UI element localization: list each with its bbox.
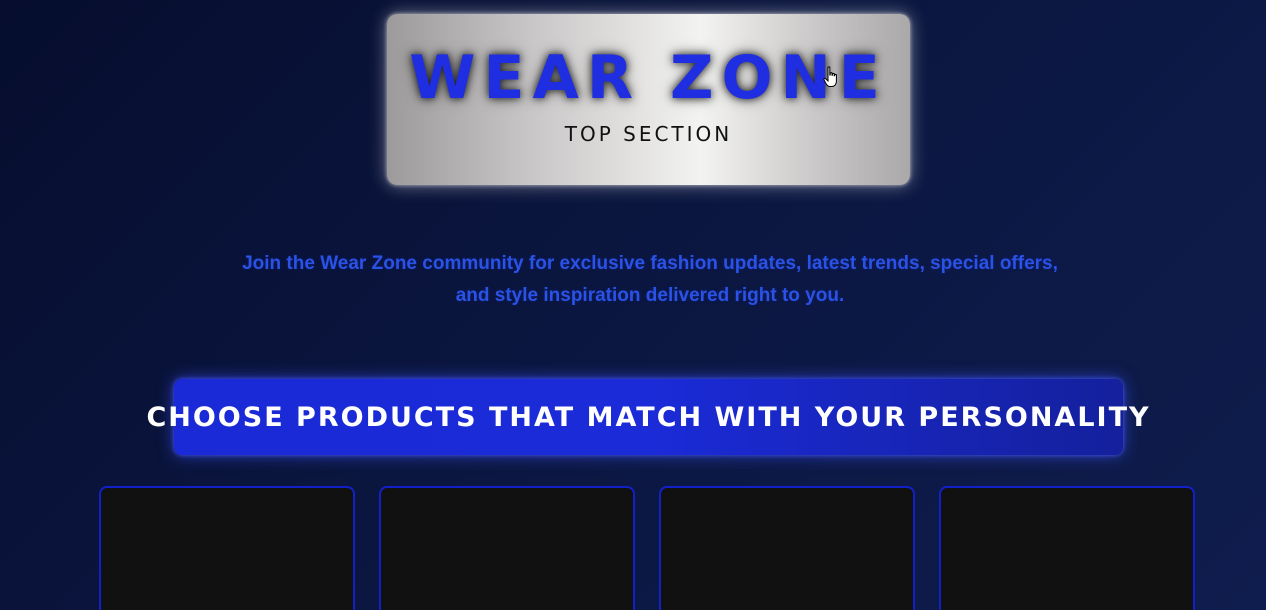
choose-products-banner[interactable]: CHOOSE PRODUCTS THAT MATCH WITH YOUR PER… <box>146 379 1149 455</box>
product-card[interactable] <box>659 486 915 610</box>
product-card[interactable] <box>99 486 355 610</box>
hand-pointer-icon <box>823 66 837 87</box>
choose-products-label: CHOOSE PRODUCTS THAT MATCH WITH YOUR PER… <box>146 401 1151 433</box>
product-card[interactable] <box>939 486 1195 610</box>
product-card[interactable] <box>379 486 635 610</box>
hero-card: WEAR ZONE TOP SECTION <box>387 14 910 185</box>
brand-subtitle: TOP SECTION <box>564 122 733 146</box>
community-intro-text: Join the Wear Zone community for exclusi… <box>242 253 1058 306</box>
